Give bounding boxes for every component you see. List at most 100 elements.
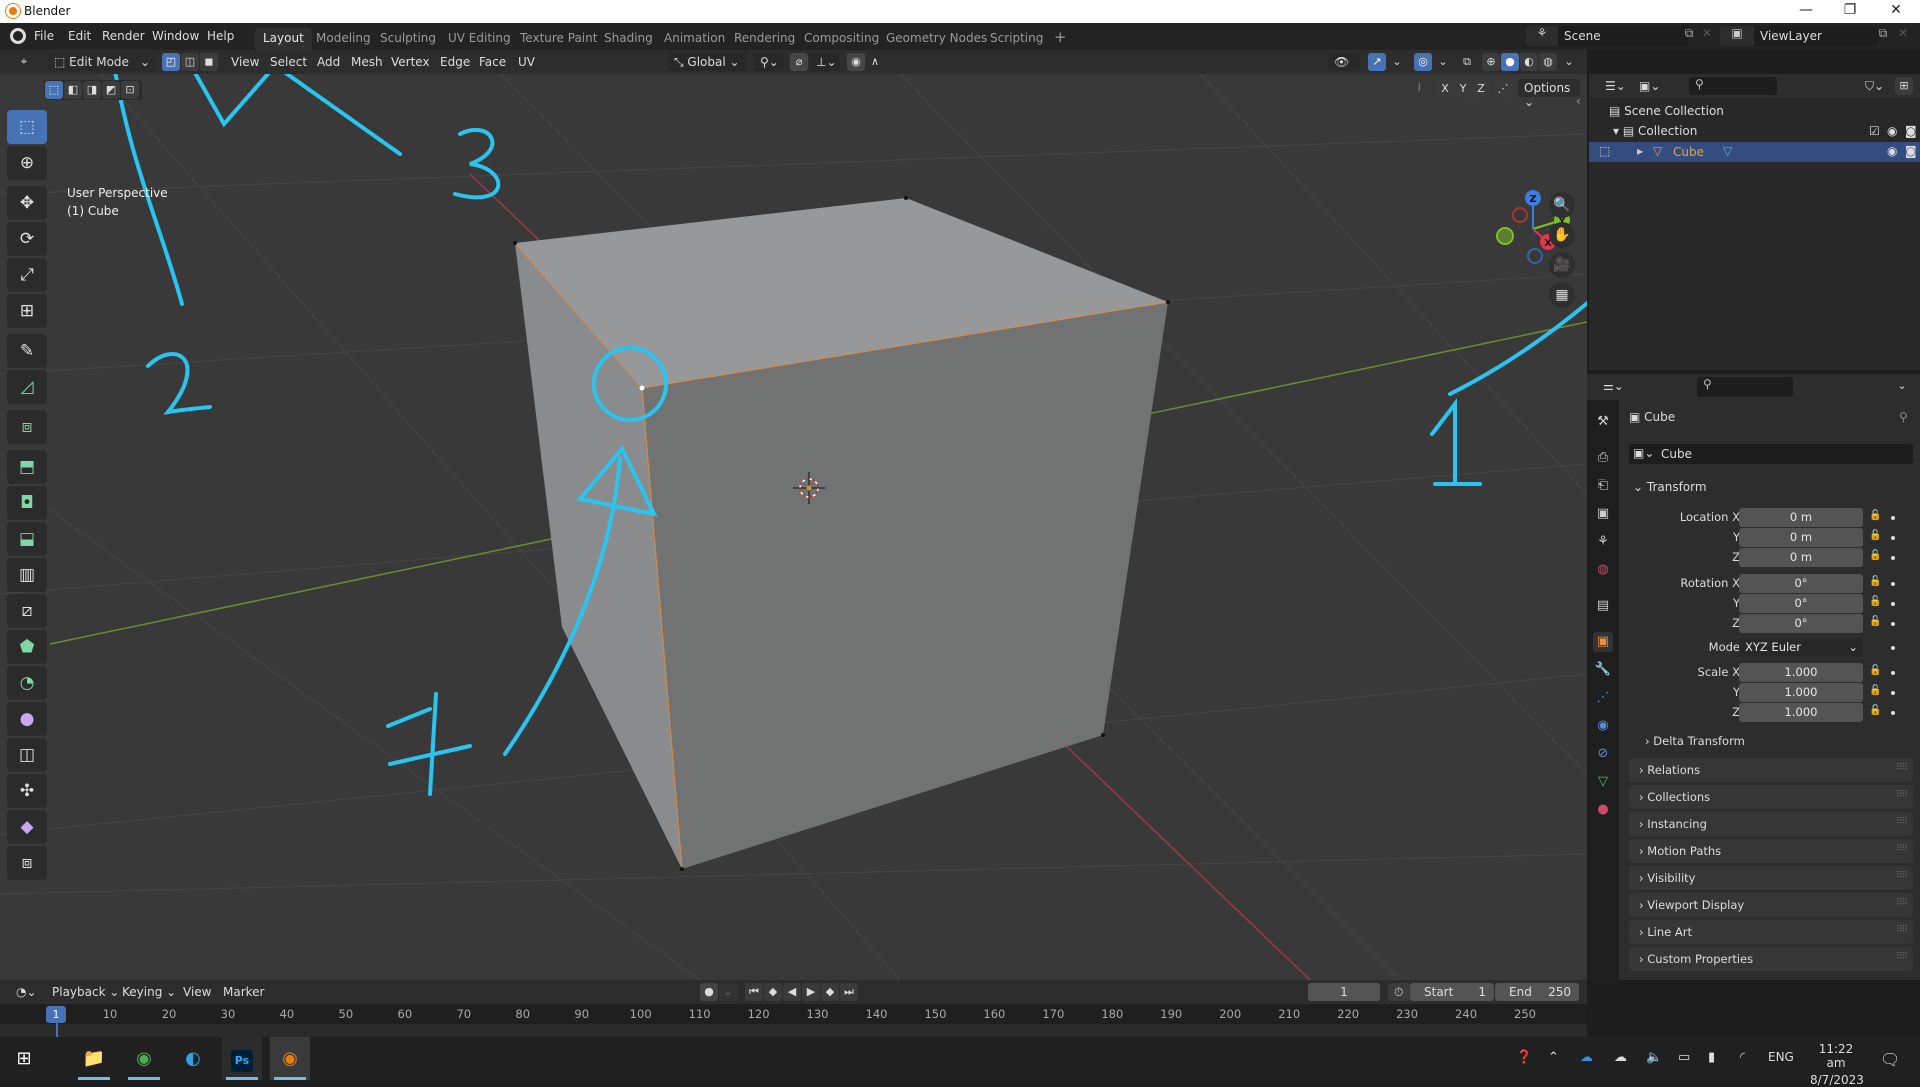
mode-dropdown[interactable]: ⬚ Edit Mode ⌄ — [48, 53, 156, 71]
tab-sculpting[interactable]: Sculpting — [372, 28, 444, 50]
next-keyframe-button[interactable]: ◆ — [821, 983, 839, 1001]
tab-particles[interactable]: ⋰ — [1593, 688, 1613, 708]
timeline-ruler[interactable]: 1102030405060708090100110120130140150160… — [0, 1004, 1587, 1037]
gizmo-toggle[interactable]: ↗ — [1368, 53, 1386, 71]
keyframe-dot[interactable] — [1891, 602, 1895, 606]
tab-uv-editing[interactable]: UV Editing — [440, 28, 519, 50]
prev-keyframe-button[interactable]: ◆ — [764, 983, 782, 1001]
eye-icon[interactable]: ◉ — [1887, 124, 1897, 138]
tab-output[interactable]: ⎗ — [1593, 476, 1613, 496]
select-new-button[interactable]: ⬚ — [45, 81, 63, 99]
panel-line-art[interactable]: › Line Art ⠿⠿ — [1629, 920, 1913, 944]
tool-edge-slide[interactable]: ◫ — [7, 738, 47, 772]
tab-modifiers[interactable]: 🔧 — [1593, 660, 1613, 680]
expand-arrow-icon[interactable]: ▸ — [1637, 144, 1643, 158]
editor-type-icon[interactable]: ⌖ — [10, 53, 38, 71]
tab-geometry-nodes[interactable]: Geometry Nodes — [878, 28, 995, 50]
object-name-input[interactable]: Cube — [1661, 447, 1692, 461]
drag-handle-icon[interactable]: ⠿⠿ — [1896, 817, 1908, 827]
menu-edit[interactable]: Edit — [68, 29, 91, 43]
camera-render-icon[interactable]: ◙ — [1905, 144, 1917, 158]
filter-dropdown[interactable]: ⛉⌄ — [1859, 77, 1889, 95]
drag-handle-icon[interactable]: ⠿⠿ — [1896, 952, 1908, 962]
select-extend-button[interactable]: ◧ — [64, 81, 82, 99]
drag-handle-icon[interactable]: ⠿⠿ — [1896, 844, 1908, 854]
pan-view-button[interactable]: ✋ — [1549, 222, 1575, 248]
menu-mesh[interactable]: Mesh — [351, 55, 383, 69]
3d-viewport[interactable]: ⬚ ⊕ ✥ ⟳ ⤢ ⊞ ✎ ◿ ⧈ ⬒ ◘ ⬓ ▥ ⧄ ⬟ ◔ ● ◫ ✣ ◆ … — [0, 74, 1587, 980]
drag-handle-icon[interactable]: ⠿⠿ — [1896, 925, 1908, 935]
tool-add-cube[interactable]: ⧈ — [7, 410, 47, 444]
keyframe-dot[interactable] — [1891, 622, 1895, 626]
meet-icon[interactable]: ▭ — [1678, 1050, 1690, 1065]
tab-collection[interactable]: ▤ — [1593, 596, 1613, 616]
lock-icon[interactable]: 🔓 — [1869, 530, 1881, 541]
tool-knife[interactable]: ⧄ — [7, 594, 47, 628]
rotation-y-field[interactable]: 0° — [1739, 594, 1863, 613]
scene-icon[interactable]: ⚘ — [1526, 26, 1558, 46]
keyframe-dot[interactable] — [1891, 516, 1895, 520]
menu-add[interactable]: Add — [317, 55, 340, 69]
exclude-checkbox[interactable]: ☑ — [1869, 124, 1880, 138]
battery-icon[interactable]: ▮ — [1708, 1050, 1715, 1065]
tool-loop-cut[interactable]: ▥ — [7, 558, 47, 592]
panel-relations[interactable]: › Relations ⠿⠿ — [1629, 758, 1913, 782]
tool-select-box[interactable]: ⬚ — [7, 110, 47, 144]
drag-handle-icon[interactable]: ⠿⠿ — [1896, 790, 1908, 800]
tool-poly-build[interactable]: ⬟ — [7, 630, 47, 664]
tool-inset[interactable]: ◘ — [7, 486, 47, 520]
xray-toggle[interactable]: ⧉ — [1458, 53, 1476, 71]
outliner-cube-row[interactable]: ⬚ ▸ ▽ Cube ▽ ◉ ◙ — [1589, 142, 1920, 162]
keyframe-dot[interactable] — [1891, 536, 1895, 540]
vertex-select-button[interactable]: ◰ — [162, 53, 180, 71]
taskbar-blender[interactable]: ◉ — [270, 1037, 310, 1080]
display-mode-dropdown[interactable]: ▣⌄ — [1633, 77, 1663, 95]
timeline-editor-type[interactable]: ◔⌄ — [10, 983, 40, 1001]
lock-icon[interactable]: 🔓 — [1869, 616, 1881, 627]
lock-icon[interactable]: 🔓 — [1869, 665, 1881, 676]
tab-rendering[interactable]: Rendering — [726, 28, 803, 50]
menu-select[interactable]: Select — [270, 55, 307, 69]
options-dropdown[interactable]: Options ⌄ — [1518, 79, 1580, 109]
delete-scene-icon[interactable]: ✕ — [1700, 26, 1714, 46]
select-subtract-button[interactable]: ◨ — [83, 81, 101, 99]
view-layer-icon[interactable]: ▣ — [1720, 26, 1754, 46]
tool-rotate[interactable]: ⟳ — [7, 222, 47, 256]
menu-render[interactable]: Render — [102, 29, 145, 43]
tab-texture-paint[interactable]: Texture Paint — [512, 28, 605, 50]
tab-view-layer[interactable]: ▣ — [1593, 504, 1613, 524]
tray-overflow-icon[interactable]: ⌃ — [1548, 1050, 1559, 1065]
tool-move[interactable]: ✥ — [7, 186, 47, 220]
jump-end-button[interactable]: ⏭ — [840, 983, 858, 1001]
minimize-button[interactable]: — — [1786, 2, 1826, 18]
play-reverse-button[interactable]: ◀ — [783, 983, 801, 1001]
object-datablock-field[interactable]: ▣⌄ Cube — [1629, 444, 1913, 464]
keyframe-dot[interactable] — [1891, 671, 1895, 675]
overlay-toggle[interactable]: ◎ — [1414, 53, 1432, 71]
onedrive-icon[interactable]: ☁ — [1580, 1050, 1593, 1065]
wireframe-shading-button[interactable]: ⊕ — [1482, 53, 1500, 71]
menu-window[interactable]: Window — [152, 29, 199, 43]
visibility-dropdown[interactable]: 👁⌄ — [1328, 53, 1360, 83]
transform-panel-header[interactable]: ⌄ Transform — [1633, 480, 1707, 494]
playhead[interactable]: 1 — [46, 1006, 66, 1023]
select-difference-button[interactable]: ◩ — [102, 81, 120, 99]
play-button[interactable]: ▶ — [802, 983, 820, 1001]
outliner-scene-collection[interactable]: ▤ Scene Collection — [1609, 104, 1724, 118]
zoom-view-button[interactable]: 🔍 — [1549, 192, 1575, 218]
proportional-edit-toggle[interactable]: ◉ — [847, 53, 865, 71]
expand-arrow-icon[interactable]: ▾ — [1613, 124, 1623, 138]
view-layer-field[interactable]: ViewLayer — [1754, 26, 1878, 46]
properties-editor-type[interactable]: ⚌⌄ — [1597, 377, 1627, 395]
tab-layout[interactable]: Layout — [255, 28, 312, 50]
language-indicator[interactable]: ENG — [1768, 1050, 1794, 1064]
tool-cursor[interactable]: ⊕ — [7, 146, 47, 180]
tab-modeling[interactable]: Modeling — [308, 28, 379, 50]
tab-render[interactable]: ⎙ — [1593, 448, 1613, 468]
auto-keying-dropdown[interactable]: ⌄ — [719, 983, 737, 1001]
keyframe-dot[interactable] — [1891, 711, 1895, 715]
rendered-shading-button[interactable]: ◍ — [1539, 53, 1557, 71]
keyframe-dot[interactable] — [1891, 646, 1895, 650]
mirror-y-toggle[interactable]: Y — [1454, 80, 1472, 98]
current-frame-field[interactable]: 1 — [1308, 983, 1380, 1001]
